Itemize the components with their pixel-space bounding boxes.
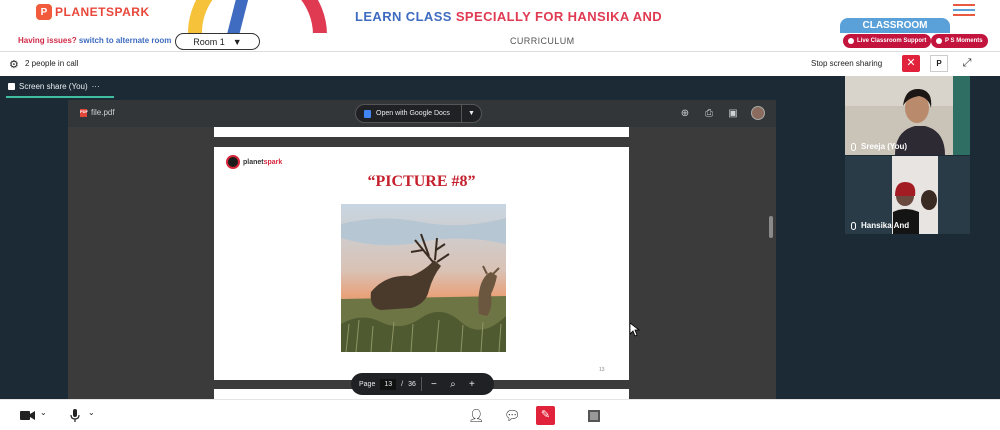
class-title: LEARN CLASS SPECIALLY FOR HANSIKA AND (355, 9, 662, 24)
page-label: Page (359, 380, 376, 388)
zoom-out-button[interactable]: − (427, 379, 441, 390)
divider (420, 377, 422, 391)
pdf-file-name: PDF file.pdf (80, 108, 115, 117)
camera-icon[interactable] (20, 410, 36, 421)
pdf-viewer[interactable]: PDF file.pdf Open with Google Docs ▼ ⊕ ⎙… (68, 100, 776, 399)
app-header: P PLANETSPARK LEARN CLASS SPECIALLY FOR … (0, 0, 1000, 34)
expand-icon[interactable]: ⤢ (958, 55, 976, 72)
gear-icon[interactable]: ⚙ (9, 58, 19, 71)
open-new-window-icon[interactable]: ▣ (726, 107, 740, 121)
planetspark-mark-icon (226, 155, 240, 169)
hamburger-menu-icon[interactable] (953, 4, 975, 18)
camera-dot-icon (936, 38, 942, 44)
more-options-icon[interactable]: ··· (92, 82, 100, 91)
print-icon[interactable]: ⎙ (702, 107, 716, 121)
participant-name: Hansika And (861, 221, 910, 230)
open-with-google-docs-button[interactable]: Open with Google Docs ▼ (355, 104, 482, 123)
deer-photo (341, 204, 506, 352)
pdf-file-name-text: file.pdf (91, 108, 115, 117)
curriculum-label[interactable]: CURRICULUM (510, 36, 575, 46)
page-number-input[interactable]: 13 (380, 378, 397, 390)
planetspark-logo[interactable]: P PLANETSPARK (36, 4, 150, 20)
account-avatar[interactable] (751, 106, 765, 120)
total-pages: 36 (408, 380, 416, 388)
live-dot-icon (848, 38, 854, 44)
room-select-value: Room 1 (193, 36, 225, 47)
classroom-tab-button[interactable]: CLASSROOM (840, 18, 950, 34)
bottom-toolbar: ⌄ ⌄ 👤︎ 💬︎ ✎ (0, 399, 1000, 430)
decorative-arc-icon (188, 0, 327, 34)
participant-label: Hansika And (851, 221, 909, 230)
live-support-label: Live Classroom Support (857, 38, 927, 44)
pdf-page-previous (214, 127, 629, 137)
participant-tile-sreeja[interactable]: Sreeja (You) (845, 76, 970, 155)
google-docs-icon (364, 109, 371, 118)
annotate-icon[interactable]: ✎ (536, 406, 555, 425)
pdf-page-current: planetspark “PICTURE #8” 13 (214, 147, 629, 380)
pin-p-button[interactable]: P (930, 55, 948, 72)
issues-help: Having issues? switch to alternate room (18, 36, 171, 45)
zoom-in-button[interactable]: + (465, 379, 479, 390)
screen-share-tab-label: Screen share (You) (19, 82, 88, 91)
screen-icon (8, 83, 15, 90)
mic-options-caret-icon[interactable]: ⌄ (88, 408, 95, 417)
mouse-cursor-icon (630, 323, 640, 337)
page-separator: / (401, 380, 404, 388)
active-tab-indicator (6, 96, 114, 98)
zoom-icon[interactable]: ⌕ (446, 379, 460, 390)
logo-text: PLANETSPARK (55, 5, 150, 19)
participant-name: Sreeja (You) (861, 142, 908, 151)
call-bar: ⚙ 2 people in call Stop screen sharing ✕… (0, 51, 1000, 76)
issues-text: Having issues? (18, 36, 77, 45)
pdf-toolbar: PDF file.pdf Open with Google Docs ▼ ⊕ ⎙… (68, 100, 776, 127)
room-select[interactable]: Room 1 ▼ (175, 33, 260, 50)
ps-moments-label: P S Moments (945, 38, 983, 44)
participants-icon[interactable]: 👤︎ (468, 408, 485, 424)
stop-sharing-button[interactable]: ✕ (902, 55, 920, 72)
stop-sharing-label: Stop screen sharing (811, 59, 883, 68)
live-support-button[interactable]: Live Classroom Support (843, 34, 932, 48)
participant-tile-hansika[interactable]: Hansika And (845, 156, 970, 234)
pdf-scrollbar-thumb[interactable] (769, 216, 773, 238)
screen-share-tab[interactable]: Screen share (You) ··· (8, 82, 100, 91)
dropdown-caret-icon[interactable]: ▼ (461, 104, 481, 123)
mic-icon (851, 142, 856, 151)
add-to-drive-icon[interactable]: ⊕ (678, 107, 692, 121)
ps-moments-button[interactable]: P S Moments (931, 34, 988, 48)
chat-icon[interactable]: 💬︎ (504, 408, 521, 424)
microphone-icon[interactable] (70, 409, 80, 423)
open-with-label: Open with Google Docs (376, 110, 450, 117)
mic-icon (851, 221, 856, 230)
class-title-part2: SPECIALLY FOR HANSIKA AND (455, 9, 663, 24)
slide-page-number: 13 (599, 367, 605, 373)
slide-logo-text: planetspark (243, 158, 283, 166)
pdf-page-controls: Page 13 / 36 − ⌕ + (351, 373, 494, 395)
sub-toolbar: Having issues? switch to alternate room … (0, 33, 1000, 51)
people-count: 2 people in call (25, 59, 79, 68)
slide-logo: planetspark (226, 155, 282, 169)
whiteboard-icon[interactable] (588, 410, 600, 422)
class-title-part1: LEARN CLASS (355, 9, 456, 24)
caret-down-icon: ▼ (232, 36, 242, 47)
participant-label: Sreeja (You) (851, 142, 907, 151)
switch-room-link[interactable]: switch to alternate room (79, 36, 171, 45)
pdf-file-icon: PDF (80, 108, 88, 117)
logo-mark-icon: P (36, 4, 52, 20)
picture-title: “PICTURE #8” (367, 173, 476, 190)
camera-options-caret-icon[interactable]: ⌄ (40, 408, 47, 417)
